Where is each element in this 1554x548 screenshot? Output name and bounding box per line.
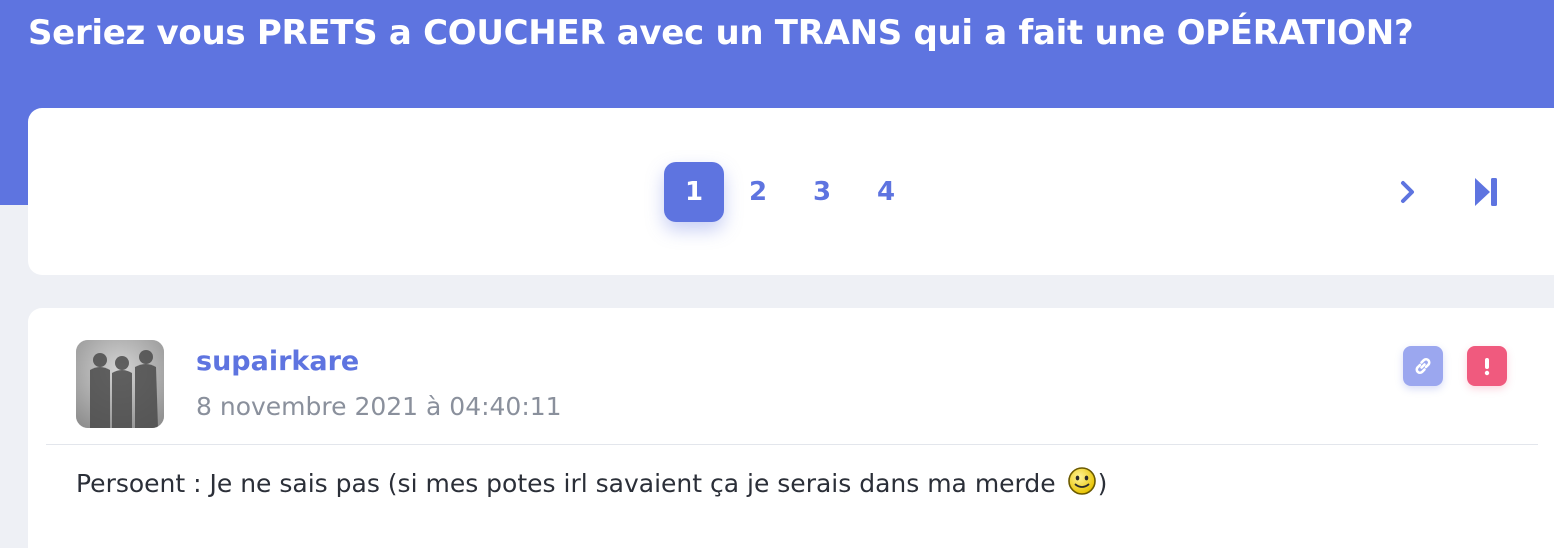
- exclamation-icon: [1484, 358, 1490, 376]
- page-button-4[interactable]: 4: [856, 162, 916, 222]
- post-body: Persoent : Je ne sais pas (si mes potes …: [76, 466, 1107, 502]
- permalink-button[interactable]: [1403, 346, 1443, 386]
- avatar[interactable]: [76, 340, 164, 428]
- page-button-2[interactable]: 2: [728, 162, 788, 222]
- page-button-3[interactable]: 3: [792, 162, 852, 222]
- post-divider: [46, 444, 1538, 445]
- last-page-button[interactable]: [1466, 172, 1506, 212]
- post-date: 8 novembre 2021 à 04:40:11: [196, 392, 562, 421]
- report-button[interactable]: [1467, 346, 1507, 386]
- post-body-text: Persoent : Je ne sais pas (si mes potes …: [76, 469, 1064, 498]
- chevron-right-icon: [1401, 181, 1414, 203]
- username-link[interactable]: supairkare: [196, 344, 359, 380]
- page-list: 1 2 3 4: [664, 162, 920, 222]
- smiley-icon: [1067, 467, 1096, 495]
- post-body-end: ): [1097, 469, 1108, 498]
- page-title: Seriez vous PRETS a COUCHER avec un TRAN…: [28, 13, 1414, 53]
- skip-to-end-icon: [1475, 178, 1497, 206]
- post-card: supairkare 8 novembre 2021 à 04:40:11 Pe…: [28, 308, 1554, 548]
- next-page-button[interactable]: [1390, 174, 1426, 210]
- page-button-1[interactable]: 1: [664, 162, 724, 222]
- pagination-card: 1 2 3 4: [28, 108, 1554, 275]
- avatar-image: [76, 340, 164, 428]
- link-icon: [1415, 358, 1431, 374]
